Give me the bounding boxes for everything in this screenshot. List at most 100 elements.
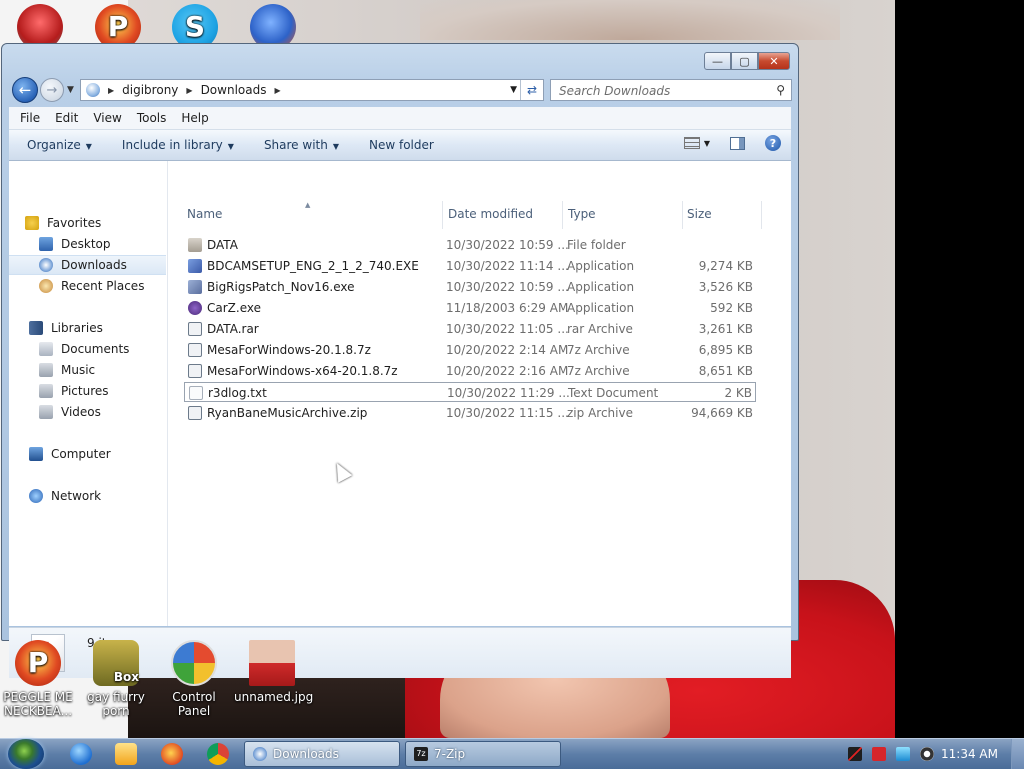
taskbar-item-downloads[interactable]: Downloads [244,741,400,767]
nav-downloads[interactable]: Downloads [9,255,166,275]
recent-pages-dropdown[interactable]: ▼ [67,85,74,95]
column-divider[interactable] [562,201,563,229]
file-date: 10/30/2022 10:59 ... [446,280,569,294]
file-date: 10/30/2022 11:15 ... [446,406,569,420]
taskbar: Downloads 7z 7-Zip 11:34 AM [0,738,1024,769]
file-row-r3dlog[interactable]: r3dlog.txt 10/30/2022 11:29 ... Text Doc… [184,382,756,402]
menu-view[interactable]: View [93,111,121,125]
search-box[interactable]: ⚲ [550,79,792,101]
chevron-down-icon: ▼ [332,142,339,151]
address-dropdown-icon[interactable]: ▼ [510,85,517,95]
column-header-name[interactable]: Name [187,207,222,221]
nav-pictures[interactable]: Pictures [9,381,166,401]
file-name: CarZ.exe [207,301,261,315]
nav-computer[interactable]: Computer [29,444,166,464]
start-button[interactable] [8,739,44,769]
breadcrumb-digibrony[interactable]: digibrony [122,83,178,97]
archive-icon [188,406,202,420]
nav-network[interactable]: Network [29,486,166,506]
file-row-carz[interactable]: CarZ.exe 11/18/2003 6:29 AM Application … [184,298,756,318]
organize-label: Organize [27,138,81,152]
nav-music-label: Music [61,363,96,377]
command-bar-right: ▼ ? [683,135,781,151]
nav-videos[interactable]: Videos [9,402,166,422]
nav-desktop[interactable]: Desktop [9,234,166,254]
back-button[interactable]: ← [12,77,38,103]
column-divider[interactable] [761,201,762,229]
nav-libraries-label: Libraries [51,321,103,335]
nav-music[interactable]: Music [9,360,166,380]
file-row-mesa-x64-7z[interactable]: MesaForWindows-x64-20.1.8.7z 10/20/2022 … [184,361,756,381]
breadcrumb-downloads[interactable]: Downloads [201,83,267,97]
organize-button[interactable]: Organize ▼ [27,138,92,152]
car-exe-icon [188,301,202,315]
help-icon[interactable]: ? [765,135,781,151]
view-options-dropdown-icon[interactable]: ▼ [704,139,710,148]
display-icon[interactable] [896,747,910,761]
file-name: BigRigsPatch_Nov16.exe [207,280,355,294]
include-in-library-label: Include in library [121,138,223,152]
nav-favorites[interactable]: Favorites [25,213,166,233]
menu-bar: File Edit View Tools Help [9,107,791,130]
share-with-button[interactable]: Share with ▼ [264,138,339,152]
nav-desktop-label: Desktop [61,237,111,251]
taskbar-item-7zip[interactable]: 7z 7-Zip [405,741,561,767]
tray-app-icon[interactable] [848,747,862,761]
file-date: 10/20/2022 2:14 AM [446,343,569,357]
column-divider[interactable] [442,201,443,229]
change-view-icon[interactable] [683,137,700,149]
search-input[interactable] [557,81,761,101]
nav-downloads-label: Downloads [61,258,127,272]
desktop-icon-control-panel[interactable]: Control Panel [156,640,232,718]
action-center-flag-icon[interactable] [872,747,886,761]
breadcrumb-separator-icon[interactable]: ▶ [186,86,192,95]
forward-button[interactable]: → [40,78,64,102]
file-row-data-rar[interactable]: DATA.rar 10/30/2022 11:05 ... rar Archiv… [184,319,756,339]
desktop-icon-unnamed-jpg[interactable]: unnamed.jpg [234,640,313,704]
media-player-icon[interactable] [115,743,137,765]
menu-tools[interactable]: Tools [137,111,167,125]
menu-help[interactable]: Help [181,111,208,125]
maximize-button[interactable]: ▢ [731,52,758,70]
peggle-taskbar-icon[interactable] [161,743,183,765]
navigation-pane: Favorites Desktop Downloads Recent Place… [9,161,168,626]
search-icon[interactable]: ⚲ [776,83,785,97]
breadcrumb-separator-icon[interactable]: ▶ [274,86,280,95]
volume-icon[interactable] [920,747,934,761]
file-row-ryanbane-zip[interactable]: RyanBaneMusicArchive.zip 10/30/2022 11:1… [184,403,756,423]
file-row-bdcamsetup[interactable]: BDCAMSETUP_ENG_2_1_2_740.EXE 10/30/2022 … [184,256,756,276]
minimize-button[interactable]: — [704,52,731,70]
file-name: RyanBaneMusicArchive.zip [207,406,368,420]
chrome-icon[interactable] [207,743,229,765]
breadcrumb-separator-icon[interactable]: ▶ [108,86,114,95]
wallpaper-hair [420,0,840,40]
refresh-button[interactable]: ⇄ [520,80,543,100]
new-folder-button[interactable]: New folder [369,138,434,152]
menu-file[interactable]: File [20,111,40,125]
address-bar[interactable]: ▶ digibrony ▶ Downloads ▶ ▼ ⇄ [80,79,544,101]
archive-icon [188,322,202,336]
nav-documents[interactable]: Documents [9,339,166,359]
nav-recent-places[interactable]: Recent Places [9,276,166,296]
clock[interactable]: 11:34 AM [941,747,998,761]
file-name: MesaForWindows-20.1.8.7z [207,343,371,357]
file-row-mesa-7z[interactable]: MesaForWindows-20.1.8.7z 10/20/2022 2:14… [184,340,756,360]
column-header-size[interactable]: Size [687,207,712,221]
file-row-data-folder[interactable]: DATA 10/30/2022 10:59 ... File folder [184,235,756,255]
internet-explorer-icon[interactable] [70,743,92,765]
show-desktop-button[interactable] [1011,739,1024,769]
close-button[interactable]: ✕ [758,52,790,70]
menu-edit[interactable]: Edit [55,111,78,125]
desktop-icon-peggle[interactable]: P PEGGLE ME NECKBEA... [0,640,76,718]
column-header-type[interactable]: Type [568,207,596,221]
column-header-date-modified[interactable]: Date modified [448,207,533,221]
nav-libraries[interactable]: Libraries [29,318,166,338]
desktop-icon-box-cartoon[interactable]: Box gay fiurry porn [78,640,154,718]
file-type: rar Archive [567,322,633,336]
file-row-bigrigspatch[interactable]: BigRigsPatch_Nov16.exe 10/30/2022 10:59 … [184,277,756,297]
pictures-icon [39,384,53,398]
column-divider[interactable] [682,201,683,229]
system-tray [838,747,934,761]
preview-pane-icon[interactable] [730,136,745,150]
include-in-library-button[interactable]: Include in library ▼ [122,138,234,152]
